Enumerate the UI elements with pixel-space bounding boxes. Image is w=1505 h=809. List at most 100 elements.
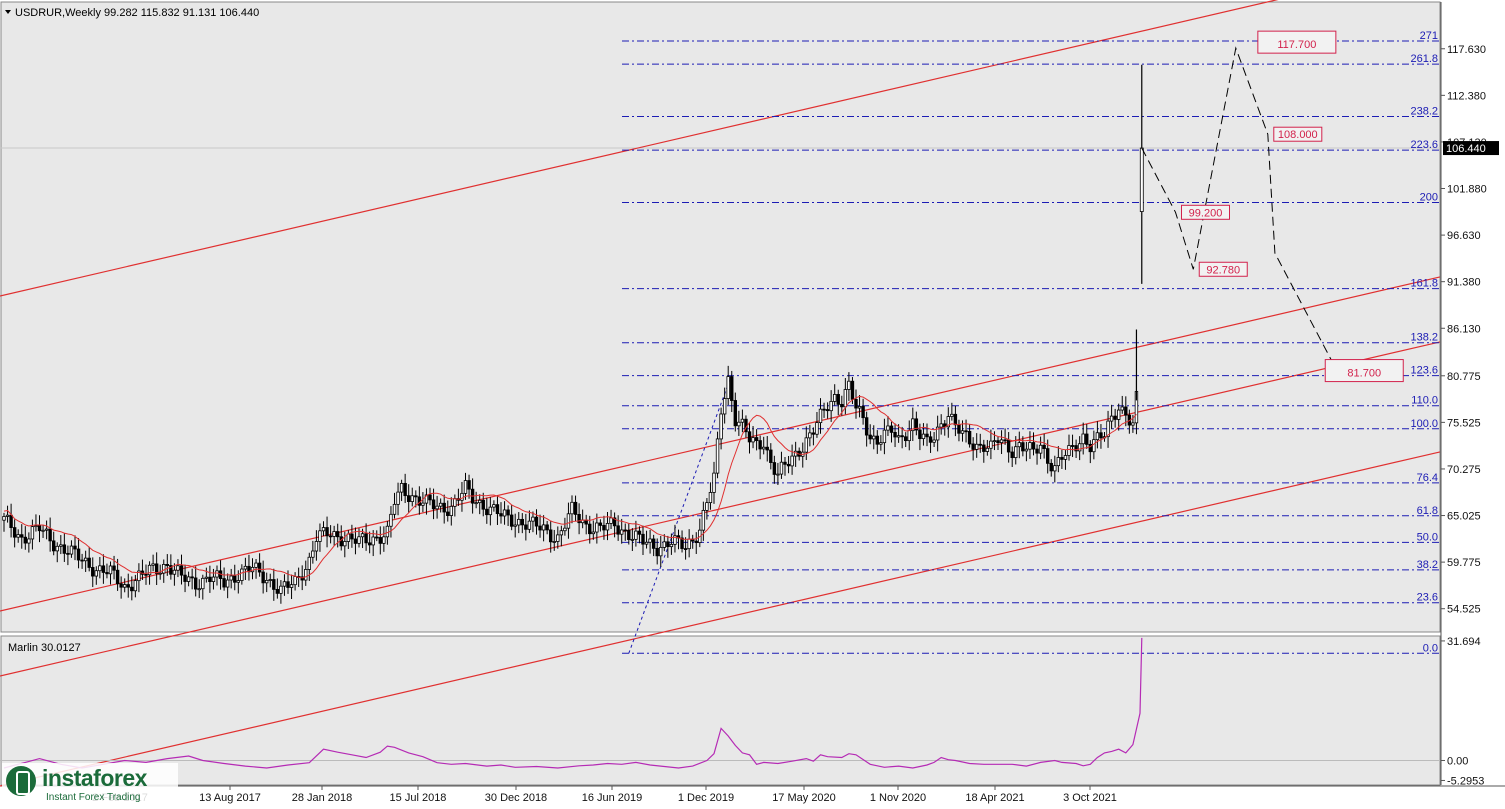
candle-body xyxy=(719,413,723,440)
candle-body xyxy=(971,443,975,450)
candle-body xyxy=(641,533,645,545)
candle-body xyxy=(34,525,38,528)
candle-body xyxy=(630,538,635,541)
candle-body xyxy=(80,559,84,562)
candle-body xyxy=(637,530,642,535)
fib-level-label: 261.8 xyxy=(1410,53,1438,65)
candle-body xyxy=(833,394,837,402)
price-tick-label: 101.880 xyxy=(1447,184,1487,196)
candle-body xyxy=(222,578,226,588)
candle-body xyxy=(279,585,283,594)
candle-body xyxy=(243,565,248,570)
candle-body xyxy=(811,432,816,435)
candle-body xyxy=(1117,409,1121,420)
candle-body xyxy=(609,517,613,524)
fib-level-label: 38.2 xyxy=(1417,559,1438,571)
candle-body xyxy=(392,503,397,515)
candle-body xyxy=(868,434,872,440)
candle-body xyxy=(722,398,727,415)
candle-body xyxy=(875,435,879,445)
candle-body xyxy=(818,408,823,424)
candle-body xyxy=(666,541,670,548)
candle-body xyxy=(520,518,524,526)
candle-body xyxy=(449,505,453,516)
candle-body xyxy=(1056,457,1061,467)
date-label: 30 Dec 2018 xyxy=(485,792,547,804)
logo-name: instaforex xyxy=(42,765,147,791)
candle-body xyxy=(804,437,808,453)
candle-body xyxy=(30,526,35,540)
candle-body xyxy=(996,440,1000,444)
candle-body xyxy=(2,516,6,521)
candle-body xyxy=(534,516,539,527)
candle-body xyxy=(463,480,468,494)
candle-body xyxy=(513,524,517,527)
candle-body xyxy=(442,502,446,513)
candle-body xyxy=(921,433,926,440)
date-label: 1 Dec 2019 xyxy=(678,792,734,804)
candle-body xyxy=(481,499,485,510)
candle-body xyxy=(1021,442,1025,452)
candle-body xyxy=(1092,439,1096,453)
candle-body xyxy=(900,435,904,438)
candle-body xyxy=(236,580,240,583)
candle-body xyxy=(1095,432,1100,441)
candle-body xyxy=(467,480,471,490)
candle-body xyxy=(737,421,741,427)
candle-body xyxy=(357,536,361,544)
fib-level-label: 138.2 xyxy=(1410,332,1438,344)
candle-body xyxy=(406,495,411,502)
candle-body xyxy=(847,380,851,390)
candle-body xyxy=(87,557,91,568)
candle-body xyxy=(254,562,258,568)
candle-body xyxy=(588,523,592,535)
candle-body xyxy=(815,422,819,435)
chart-title: USDRUR,Weekly 99.282 115.832 91.131 106.… xyxy=(15,7,259,19)
candle-body xyxy=(197,588,201,591)
candle-body xyxy=(886,425,890,431)
chart-canvas[interactable]: 271 261.8 238.2 223.6 200 161.8 138.2 123.6 110.… xyxy=(0,0,1505,809)
candle-body xyxy=(556,534,560,542)
candle-body xyxy=(446,511,450,516)
candle-body xyxy=(506,509,510,516)
target-label: 108.000 xyxy=(1278,129,1318,141)
candle-body xyxy=(257,562,262,573)
candle-body xyxy=(48,528,52,542)
candle-body xyxy=(399,482,404,493)
candle-body xyxy=(453,498,457,507)
candle-body xyxy=(904,436,908,442)
candle-body xyxy=(1109,415,1114,422)
candle-body xyxy=(275,588,280,594)
price-tick-label: 70.275 xyxy=(1447,464,1481,476)
candle-body xyxy=(151,563,155,566)
candle-body xyxy=(932,439,936,443)
candle-body xyxy=(975,443,979,450)
candle-body xyxy=(272,579,276,590)
candle-body xyxy=(662,541,666,548)
candle-body xyxy=(59,544,63,547)
candle-body xyxy=(1046,448,1050,464)
candle-body xyxy=(179,565,184,576)
candle-body xyxy=(701,509,706,531)
candle-body xyxy=(1060,457,1064,460)
candle-body xyxy=(687,538,691,550)
candle-body xyxy=(208,576,212,583)
candle-body xyxy=(1028,442,1032,450)
candle-body xyxy=(1085,433,1089,445)
candle-body xyxy=(907,430,911,442)
candle-body xyxy=(549,529,553,543)
candle-body xyxy=(893,431,897,438)
brand-logo: instaforex Instant Forex Trading xyxy=(2,763,178,807)
candle-body xyxy=(545,524,549,531)
candle-body xyxy=(350,533,354,540)
candle-body-last xyxy=(1139,147,1144,212)
candle-body xyxy=(786,463,791,467)
candle-body xyxy=(307,556,311,570)
candle-body xyxy=(552,541,556,543)
candle-body xyxy=(854,398,858,409)
candle-body xyxy=(840,403,844,408)
candle-body xyxy=(836,394,840,405)
candle-body xyxy=(211,576,216,583)
candle-body xyxy=(1070,445,1075,447)
candle-body xyxy=(364,533,368,544)
